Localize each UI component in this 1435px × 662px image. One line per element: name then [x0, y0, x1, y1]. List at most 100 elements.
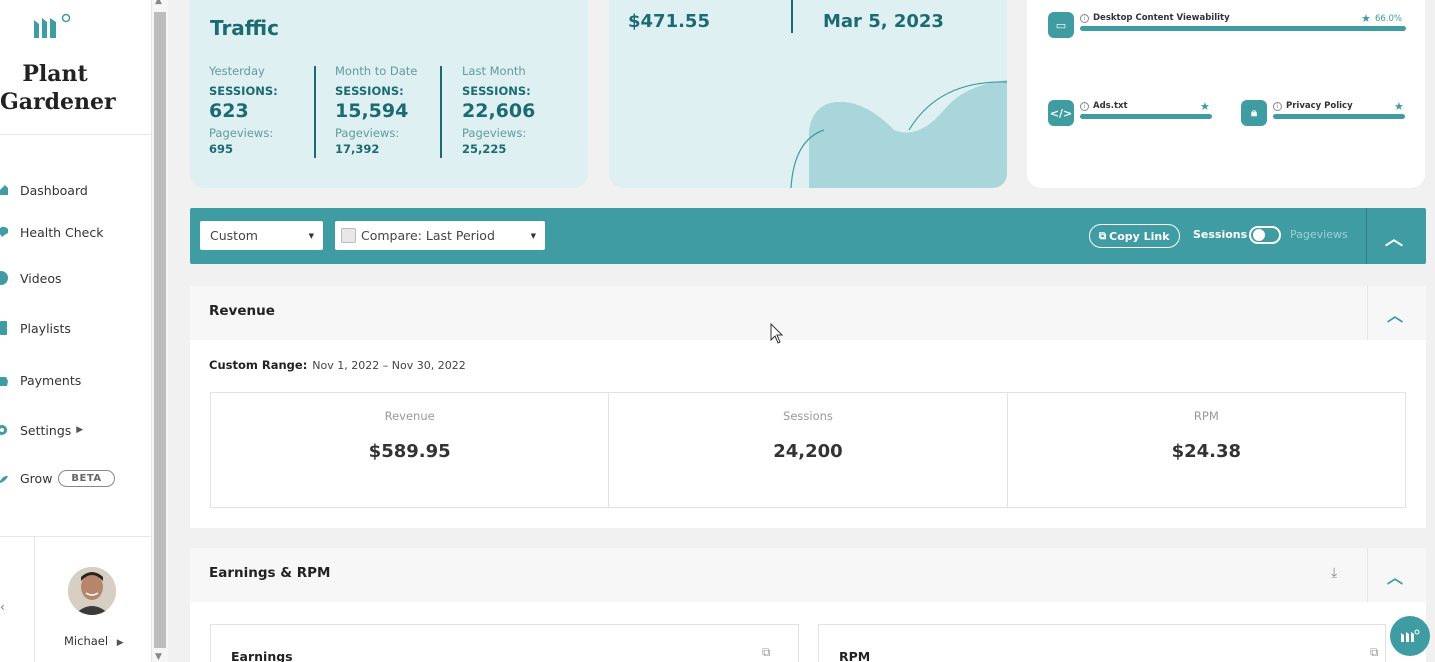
section-title: Earnings & RPM — [209, 565, 331, 581]
card-title: Earnings — [231, 649, 293, 662]
progress-bar — [1273, 114, 1405, 119]
monitor-icon: ▭ — [1048, 12, 1074, 38]
expand-icon[interactable]: ⧉ — [1370, 645, 1379, 660]
sidebar-item-dashboard[interactable]: Dashboard — [0, 178, 88, 202]
health-item-privacy-policy[interactable]: 🔒︎ i Privacy Policy ★ — [1241, 100, 1405, 130]
sessions-value: 623 — [209, 100, 249, 122]
sidebar-item-payments[interactable]: Payments — [0, 368, 81, 392]
money-bag-icon — [0, 373, 8, 387]
caret-right-icon: ▶ — [116, 638, 124, 648]
metric-sessions: Sessions 24,200 — [609, 393, 1008, 507]
sessions-label: SESSIONS: — [209, 84, 278, 98]
collapse-sidebar-icon[interactable]: ‹ — [0, 600, 5, 614]
progress-bar — [1080, 26, 1406, 31]
sidebar-item-label: Payments — [20, 372, 82, 388]
traffic-title: Traffic — [210, 16, 279, 40]
download-icon[interactable]: ⤓ — [1331, 565, 1337, 581]
star-icon: ★ — [1361, 12, 1371, 25]
revenue-section: Revenue ︿ Custom Range: Nov 1, 2022 – Nov… — [190, 286, 1426, 528]
earnings-chart-card: Earnings ⧉ — [210, 624, 799, 662]
avatar[interactable] — [68, 567, 116, 615]
sidebar-item-grow[interactable]: Grow BETA — [0, 466, 115, 490]
sidebar-item-label: Videos — [20, 270, 62, 286]
sidebar-item-label: Grow — [20, 470, 53, 486]
divider — [440, 66, 442, 158]
sidebar-item-label: Playlists — [20, 320, 71, 336]
toggle-label-pageviews: Pageviews — [1290, 228, 1348, 241]
brand-logo-icon — [1401, 629, 1420, 642]
chevron-up-icon[interactable]: ︿ — [1385, 225, 1403, 251]
metrics-row: Revenue $589.95 Sessions 24,200 RPM $24.… — [210, 392, 1406, 508]
chevron-up-icon[interactable]: ︿ — [1387, 302, 1403, 326]
home-icon — [0, 183, 8, 197]
metric-value: $589.95 — [368, 441, 451, 462]
beta-badge: BETA — [58, 469, 115, 487]
caret-down-icon: ▼ — [308, 231, 314, 240]
sessions-label: SESSIONS: — [335, 84, 404, 98]
sidebar-item-settings[interactable]: Settings ▶ — [0, 418, 83, 442]
earnings-card: $471.55 Mar 5, 2023 — [609, 0, 1007, 188]
sidebar-item-playlists[interactable]: Playlists — [0, 316, 71, 340]
play-icon — [0, 271, 8, 285]
compare-select[interactable]: Compare: Last Period ▼ — [335, 221, 545, 250]
earnings-amount: $471.55 — [628, 11, 710, 32]
metric-value: 24,200 — [773, 441, 843, 462]
copy-link-button[interactable]: ⧉ Copy Link — [1089, 224, 1180, 248]
health-item-desktop-viewability[interactable]: ▭ i Desktop Content Viewability ★ 66.0% — [1048, 12, 1406, 42]
toggle-knob — [1253, 229, 1265, 241]
divider — [1366, 208, 1367, 264]
user-name: Michael — [64, 634, 109, 648]
chevron-up-icon[interactable]: ︿ — [1387, 564, 1403, 588]
star-icon: ★ — [1200, 100, 1210, 113]
copy-icon: ⧉ — [1099, 230, 1107, 242]
divider — [1367, 286, 1368, 340]
user-menu[interactable]: Michael ▶ — [64, 634, 124, 648]
scrollbar-thumb[interactable] — [154, 12, 166, 648]
sidebar-item-videos[interactable]: Videos — [0, 266, 62, 290]
pageviews-label: Pageviews: — [335, 126, 400, 140]
period-label: Yesterday — [209, 64, 265, 78]
health-item-label: i Ads.txt — [1080, 101, 1128, 111]
health-item-text: Privacy Policy — [1286, 101, 1353, 111]
health-item-ads-txt[interactable]: </> i Ads.txt ★ — [1048, 100, 1212, 130]
lock-icon: 🔒︎ — [1241, 100, 1267, 126]
section-title: Revenue — [209, 303, 275, 319]
pageviews-value: 695 — [209, 142, 234, 156]
date-range-value: Custom — [210, 228, 258, 243]
payment-date: Mar 5, 2023 — [823, 11, 944, 32]
divider — [34, 537, 35, 662]
earnings-rpm-header[interactable]: Earnings & RPM ⤓ ︿ — [190, 548, 1426, 602]
traffic-column-last-month: Last Month SESSIONS: 22,606 Pageviews: 2… — [462, 64, 582, 156]
sidebar-item-health-check[interactable]: Health Check — [0, 220, 103, 244]
sessions-pageviews-toggle[interactable] — [1249, 226, 1281, 244]
chat-launcher-button[interactable] — [1390, 616, 1430, 656]
sidebar-item-label: Health Check — [20, 224, 104, 240]
mouse-cursor-icon — [770, 323, 784, 344]
divider — [314, 66, 316, 158]
date-range-select[interactable]: Custom ▼ — [200, 221, 323, 250]
divider — [1367, 548, 1368, 602]
gear-icon — [0, 423, 8, 437]
traffic-card: Traffic Yesterday SESSIONS: 623 Pageview… — [190, 0, 588, 188]
divider — [0, 134, 152, 135]
scroll-down-icon[interactable]: ▼ — [155, 652, 162, 662]
expand-icon[interactable]: ⧉ — [762, 645, 771, 660]
heart-icon — [0, 225, 8, 239]
period-label: Last Month — [462, 64, 526, 78]
revenue-header[interactable]: Revenue ︿ — [190, 286, 1426, 340]
scroll-up-icon[interactable]: ▲ — [155, 0, 162, 6]
progress-bar — [1080, 114, 1212, 119]
brand-logo-icon[interactable] — [32, 12, 74, 42]
range-label: Custom Range: — [209, 358, 308, 372]
compare-checkbox[interactable] — [341, 228, 356, 243]
info-icon: i — [1080, 102, 1089, 111]
pageviews-value: 17,392 — [335, 142, 380, 156]
divider — [0, 536, 152, 537]
card-title: RPM — [839, 649, 871, 662]
date-range-text: Custom Range: Nov 1, 2022 – Nov 30, 2022 — [209, 358, 466, 372]
earnings-rpm-section: Earnings & RPM ⤓ ︿ Earnings ⧉ RPM ⧉ — [190, 548, 1426, 662]
copy-link-label: Copy Link — [1109, 229, 1170, 243]
leaf-icon — [0, 471, 8, 485]
sessions-value: 15,594 — [335, 100, 409, 122]
sidebar: Plant Gardener Dashboard Health Check Vi… — [0, 0, 152, 662]
